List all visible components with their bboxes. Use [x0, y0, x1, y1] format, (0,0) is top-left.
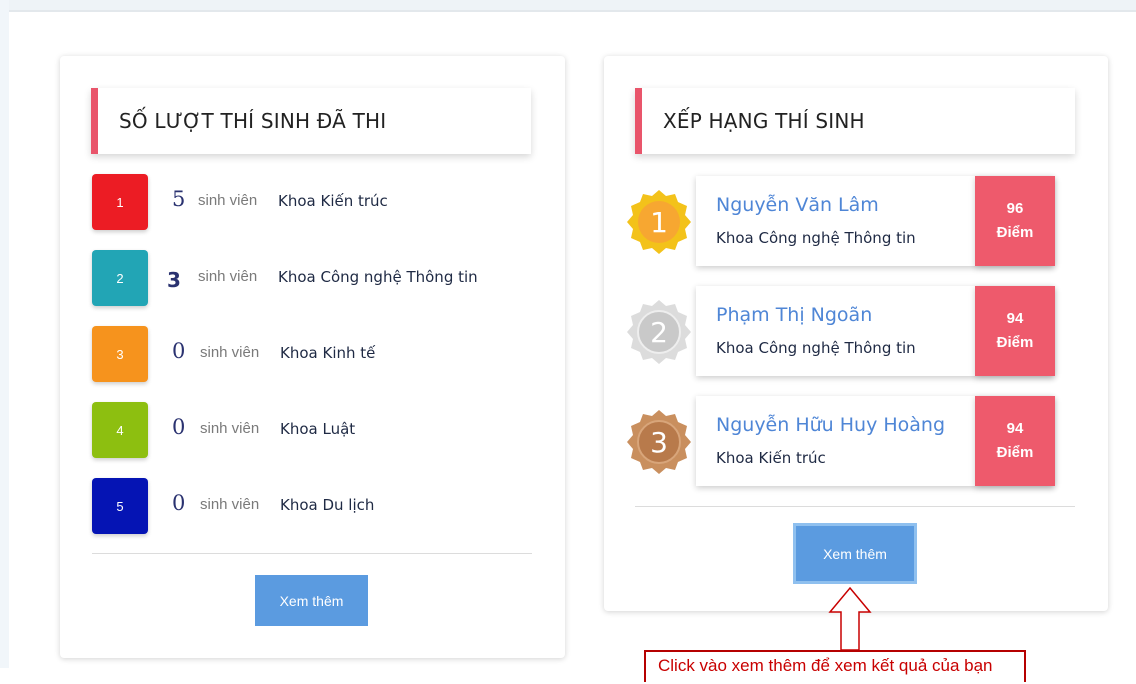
score-unit: Điểm — [996, 224, 1034, 241]
score-value: 94 — [1006, 310, 1024, 327]
instruction-callout: Click vào xem thêm để xem kết quả của bạ… — [644, 650, 1026, 682]
silver-medal-icon: 2 — [627, 300, 691, 364]
ranking-item[interactable]: 2 Phạm Thị Ngoãn Khoa Công nghệ Thông ti… — [626, 286, 1066, 378]
student-count: 0 — [172, 339, 186, 363]
department-stat-item: 2 3 sinh viên Khoa Công nghệ Thông tin — [92, 250, 532, 306]
ranking-item[interactable]: 3 Nguyễn Hữu Huy Hoàng Khoa Kiến trúc 94… — [626, 396, 1066, 488]
rank-badge: 3 — [92, 326, 148, 382]
department-stat-item: 4 0 sinh viên Khoa Luật — [92, 402, 532, 458]
exam-count-panel: SỐ LƯỢT THÍ SINH ĐÃ THI 1 5 sinh viên Kh… — [60, 56, 565, 658]
unit-label: sinh viên — [200, 496, 260, 513]
gold-medal-icon: 1 — [627, 190, 691, 254]
department-stat-item: 3 0 sinh viên Khoa Kinh tế — [92, 326, 532, 382]
rank-badge: 4 — [92, 402, 148, 458]
exam-count-header: SỐ LƯỢT THÍ SINH ĐÃ THI — [91, 88, 531, 154]
rank-badge: 1 — [92, 174, 148, 230]
rank-badge: 5 — [92, 478, 148, 534]
department-stat-item: 1 5 sinh viên Khoa Kiến trúc — [92, 174, 532, 230]
student-name[interactable]: Nguyễn Văn Lâm — [716, 194, 879, 216]
view-more-ranking-button[interactable]: Xem thêm — [793, 523, 917, 584]
department-name: Khoa Kiến trúc — [278, 192, 388, 210]
score-badge: 94 Điểm — [975, 396, 1055, 486]
department-name: Khoa Công nghệ Thông tin — [278, 268, 478, 286]
department-name: Khoa Du lịch — [280, 496, 375, 514]
student-name[interactable]: Nguyễn Hữu Huy Hoàng — [716, 414, 945, 436]
department-stat-item: 5 0 sinh viên Khoa Du lịch — [92, 478, 532, 534]
medal-number: 3 — [650, 426, 668, 459]
department-name: Khoa Kinh tế — [280, 344, 376, 362]
score-value: 94 — [1006, 420, 1024, 437]
bronze-medal-icon: 3 — [627, 410, 691, 474]
top-border — [0, 0, 1136, 12]
left-border — [0, 0, 9, 668]
student-count: 0 — [172, 415, 186, 439]
score-badge: 96 Điểm — [975, 176, 1055, 266]
ranking-title: XẾP HẠNG THÍ SINH — [663, 109, 865, 133]
ranking-header: XẾP HẠNG THÍ SINH — [635, 88, 1075, 154]
student-department: Khoa Kiến trúc — [716, 449, 826, 467]
score-badge: 94 Điểm — [975, 286, 1055, 376]
unit-label: sinh viên — [198, 268, 258, 285]
department-name: Khoa Luật — [280, 420, 356, 438]
ranking-item[interactable]: 1 Nguyễn Văn Lâm Khoa Công nghệ Thông ti… — [626, 176, 1066, 268]
divider — [92, 553, 532, 554]
student-department: Khoa Công nghệ Thông tin — [716, 339, 916, 357]
unit-label: sinh viên — [198, 192, 258, 209]
student-count: 0 — [172, 491, 186, 515]
score-unit: Điểm — [996, 444, 1034, 461]
student-count: 3 — [167, 268, 181, 292]
up-arrow-icon — [828, 586, 872, 651]
student-department: Khoa Công nghệ Thông tin — [716, 229, 916, 247]
score-value: 96 — [1006, 200, 1024, 217]
unit-label: sinh viên — [200, 420, 260, 437]
medal-number: 2 — [650, 316, 668, 349]
view-more-button[interactable]: Xem thêm — [255, 575, 368, 626]
rank-badge: 2 — [92, 250, 148, 306]
exam-count-title: SỐ LƯỢT THÍ SINH ĐÃ THI — [119, 109, 387, 133]
medal-number: 1 — [650, 206, 668, 239]
divider — [635, 506, 1075, 507]
unit-label: sinh viên — [200, 344, 260, 361]
student-name[interactable]: Phạm Thị Ngoãn — [716, 304, 872, 326]
student-count: 5 — [172, 187, 186, 211]
score-unit: Điểm — [996, 334, 1034, 351]
